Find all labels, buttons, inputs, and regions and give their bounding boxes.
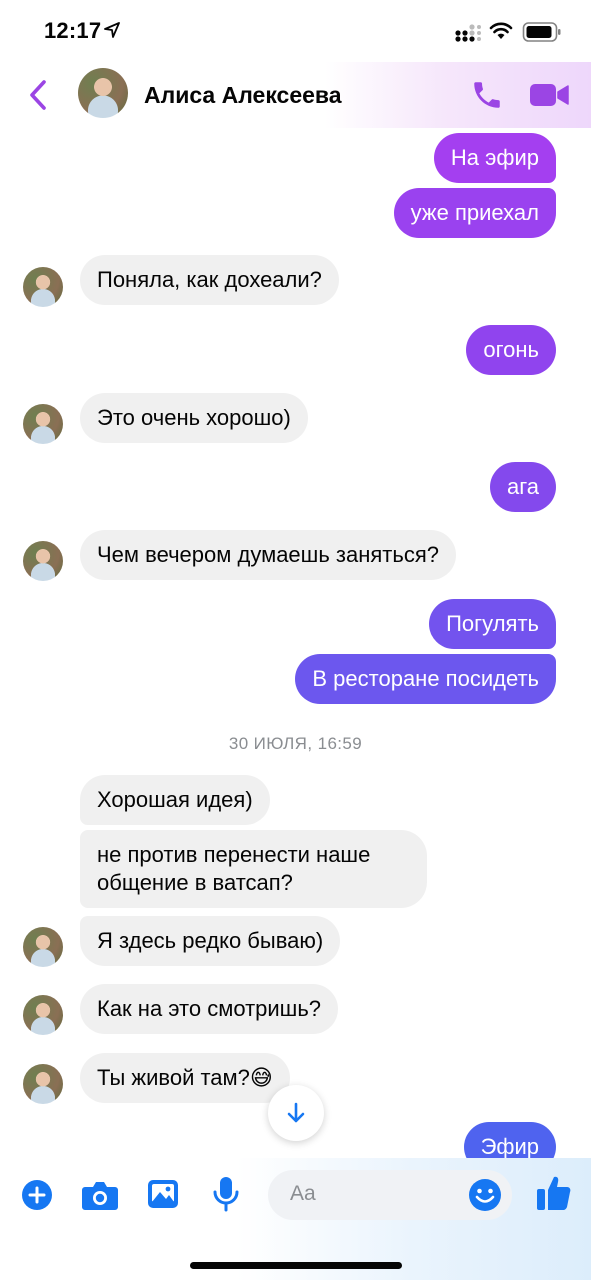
arrow-down-icon <box>287 1102 305 1123</box>
emoji-icon[interactable] <box>468 1178 502 1212</box>
incoming-message[interactable]: Ты живой там?😅 <box>80 1053 290 1103</box>
message-timestamp: 30 ИЮЛЯ, 16:59 <box>228 734 363 753</box>
message-list[interactable]: На эфир уже приехал Поняла, как дохеали?… <box>0 128 591 1158</box>
message-input-placeholder: Aa <box>290 1182 316 1205</box>
message-text: Ты живой там? <box>97 1065 250 1090</box>
contact-avatar[interactable] <box>23 267 63 307</box>
location-arrow-icon <box>104 22 120 38</box>
outgoing-message[interactable]: Погулять <box>429 599 556 649</box>
outgoing-message[interactable]: На эфир <box>433 133 556 183</box>
plus-circle-icon[interactable] <box>21 1179 53 1211</box>
outgoing-message[interactable]: ага <box>489 462 556 512</box>
message-line: не против перенести наше <box>97 842 371 867</box>
gallery-icon[interactable] <box>147 1178 179 1210</box>
outgoing-message[interactable]: уже приехал <box>393 188 556 238</box>
incoming-message[interactable]: Как на это смотришь? <box>80 984 339 1034</box>
outgoing-message[interactable]: огонь <box>466 325 556 375</box>
phone-icon[interactable] <box>470 78 504 112</box>
contact-avatar[interactable] <box>23 1064 63 1104</box>
incoming-message[interactable]: Это очень хорошо) <box>80 393 308 443</box>
signal-icon <box>455 24 481 42</box>
incoming-message[interactable]: Поняла, как дохеали? <box>80 255 339 305</box>
contact-avatar[interactable] <box>78 68 128 118</box>
composer-bar: Aa <box>0 1158 591 1280</box>
incoming-message[interactable]: Хорошая идея) <box>80 775 270 825</box>
incoming-message[interactable]: Чем вечером думаешь заняться? <box>80 530 456 580</box>
home-indicator <box>190 1262 402 1269</box>
status-time: 12:17 <box>44 18 102 43</box>
contact-avatar[interactable] <box>23 541 63 581</box>
video-camera-icon[interactable] <box>528 80 570 110</box>
camera-icon[interactable] <box>81 1179 119 1211</box>
message-input[interactable]: Aa <box>268 1170 512 1220</box>
outgoing-message[interactable]: Эфир <box>463 1122 556 1158</box>
contact-avatar[interactable] <box>23 927 63 967</box>
back-chevron-icon[interactable] <box>22 76 56 114</box>
incoming-message[interactable]: не против перенести наше общение в ватса… <box>80 830 427 908</box>
status-bar: 12:17 <box>0 0 591 62</box>
chat-header: Алиса Алексеева <box>0 62 591 128</box>
contact-avatar[interactable] <box>23 995 63 1035</box>
contact-name[interactable]: Алиса Алексеева <box>144 82 342 109</box>
incoming-message[interactable]: Я здесь редко бываю) <box>80 916 341 966</box>
message-line: общение в ватсап? <box>97 870 293 895</box>
wifi-icon <box>489 22 513 39</box>
battery-icon <box>522 22 561 42</box>
contact-avatar[interactable] <box>23 404 63 444</box>
sweat-smile-emoji: 😅 <box>249 1065 273 1090</box>
thumbs-up-icon[interactable] <box>536 1174 572 1212</box>
microphone-icon[interactable] <box>211 1175 241 1213</box>
outgoing-message[interactable]: В ресторане посидеть <box>295 654 556 704</box>
scroll-to-bottom-button[interactable] <box>268 1085 324 1141</box>
